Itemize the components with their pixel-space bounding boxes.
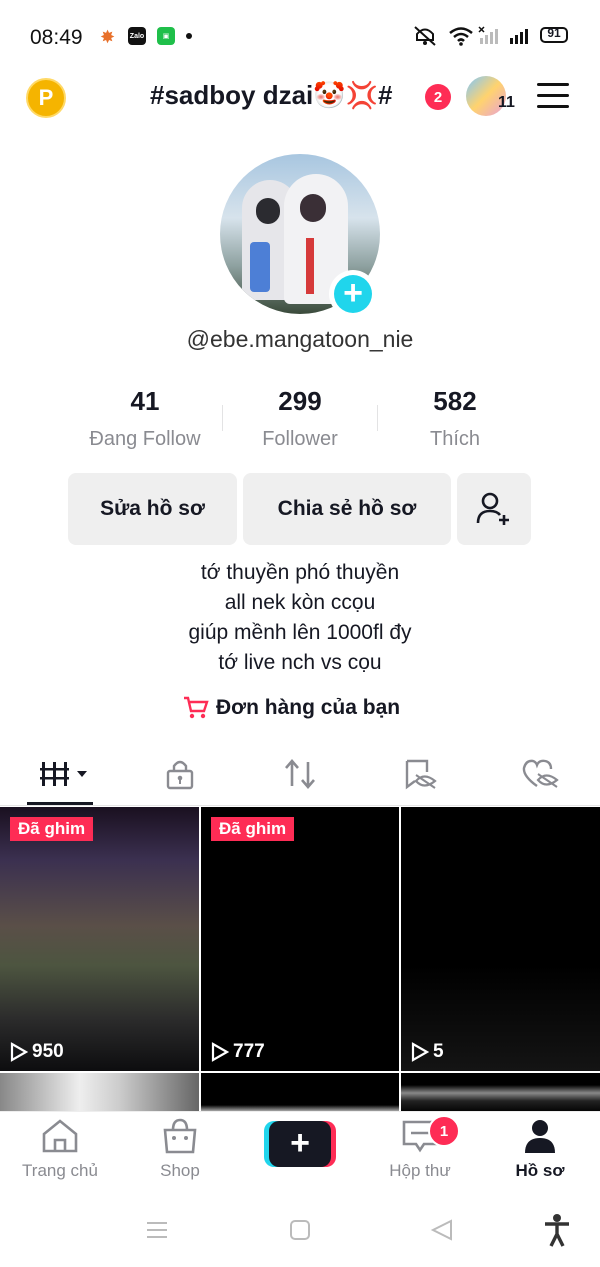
video-thumbnail[interactable]: Đã ghim 777 [201,807,399,1071]
points-button[interactable]: P [26,78,66,118]
bio-line: giúp mềnh lên 1000fl đy [188,621,412,644]
view-count-value: 777 [233,1041,265,1062]
view-count: 5 [411,1041,444,1063]
orders-link[interactable]: Đơn hàng của bạn [182,693,400,723]
nav-home[interactable]: Trang chủ [10,1118,110,1181]
play-icon [411,1042,429,1062]
following-count[interactable]: 41 [65,386,225,417]
add-user-icon [476,492,509,525]
view-count: 950 [10,1041,64,1063]
followers-label[interactable]: Follower [220,428,380,451]
following-label[interactable]: Đang Follow [65,428,225,451]
shopping-bag-icon [163,1118,197,1154]
username-switcher[interactable]: #sadboy dzai🤡💢# [150,80,392,111]
status-time: 08:49 [30,26,83,49]
heart-hidden-icon [522,759,559,788]
video-thumbnail[interactable] [0,1073,199,1113]
nav-profile[interactable]: Hồ sơ [490,1118,590,1181]
followers-count[interactable]: 299 [220,386,380,417]
home-icon [42,1119,78,1153]
tab-videos[interactable] [30,752,90,796]
mute-icon [412,24,438,53]
repost-icon [285,759,315,789]
signal-off-icon [478,26,504,51]
back-icon[interactable] [430,1218,454,1247]
account-badge-count: 2 [433,88,443,106]
account-badge: 2 [425,84,451,110]
orders-label: Đơn hàng của bạn [216,696,401,719]
nav-inbox-label: Hộp thư [389,1161,451,1180]
signal-icon [508,26,534,51]
view-count-value: 950 [32,1041,64,1062]
video-thumbnail[interactable] [201,1073,399,1113]
zalo-icon: Zalo [128,27,146,45]
view-count-value: 5 [433,1041,444,1062]
recents-icon[interactable] [145,1219,169,1246]
video-thumbnail[interactable] [401,1073,600,1113]
bio-line: tớ thuyền phó thuyền [200,561,400,584]
edit-profile-button[interactable]: Sửa hồ sơ [68,473,237,545]
notification-dot [186,33,192,39]
pinned-badge: Đã ghim [211,817,295,841]
share-profile-label: Chia sẻ hồ sơ [277,497,417,520]
nav-shop[interactable]: Shop [130,1118,230,1181]
profile-icon [525,1120,555,1153]
play-icon [211,1042,229,1062]
home-button-icon[interactable] [289,1219,311,1246]
wechat-icon: ▣ [157,27,175,45]
create-button[interactable]: + [264,1121,336,1167]
profile-handle: @ebe.mangatoon_nie [186,326,414,352]
likes-count[interactable]: 582 [375,386,535,417]
tab-divider [0,805,600,806]
photos-icon: ✸ [100,27,116,47]
inbox-badge: 1 [428,1115,460,1147]
tab-reposts[interactable] [270,752,330,796]
pinned-badge: Đã ghim [10,817,94,841]
add-friend-button[interactable] [457,473,531,545]
bio-line: all nek kòn ccọu [224,591,376,614]
cart-icon [184,696,209,719]
likes-label[interactable]: Thích [375,428,535,451]
menu-icon[interactable] [537,83,569,111]
bookmark-hidden-icon [405,759,437,790]
tab-private[interactable] [150,752,210,796]
video-thumbnail[interactable]: 5 [401,807,600,1071]
battery-level: 91 [547,26,561,40]
view-count: 777 [211,1041,265,1063]
plus-icon: + [269,1121,331,1167]
battery-icon: 91 [540,26,568,43]
points-label: P [38,85,54,110]
play-icon [10,1042,28,1062]
grid-icon [40,762,87,786]
nav-shop-label: Shop [160,1161,200,1180]
username-title: #sadboy dzai🤡💢# [150,80,393,110]
nav-home-label: Trang chủ [22,1161,98,1180]
accessibility-icon[interactable] [543,1213,571,1252]
share-profile-button[interactable]: Chia sẻ hồ sơ [243,473,451,545]
status-bar: 08:49 ✸ Zalo ▣ 91 [0,0,600,70]
nav-profile-label: Hồ sơ [515,1161,565,1180]
video-thumbnail[interactable]: Đã ghim 950 [0,807,199,1071]
tab-favorites[interactable] [390,752,450,796]
add-avatar-button[interactable]: + [329,270,377,318]
edit-profile-label: Sửa hồ sơ [100,497,205,520]
lock-icon [166,760,194,790]
plus-icon: + [334,275,372,313]
tab-liked[interactable] [510,752,570,796]
friends-count: 11 [498,94,515,111]
wifi-icon [448,26,474,51]
inbox-badge-count: 1 [439,1122,449,1140]
bio-line: tớ live nch vs cọu [218,651,382,674]
